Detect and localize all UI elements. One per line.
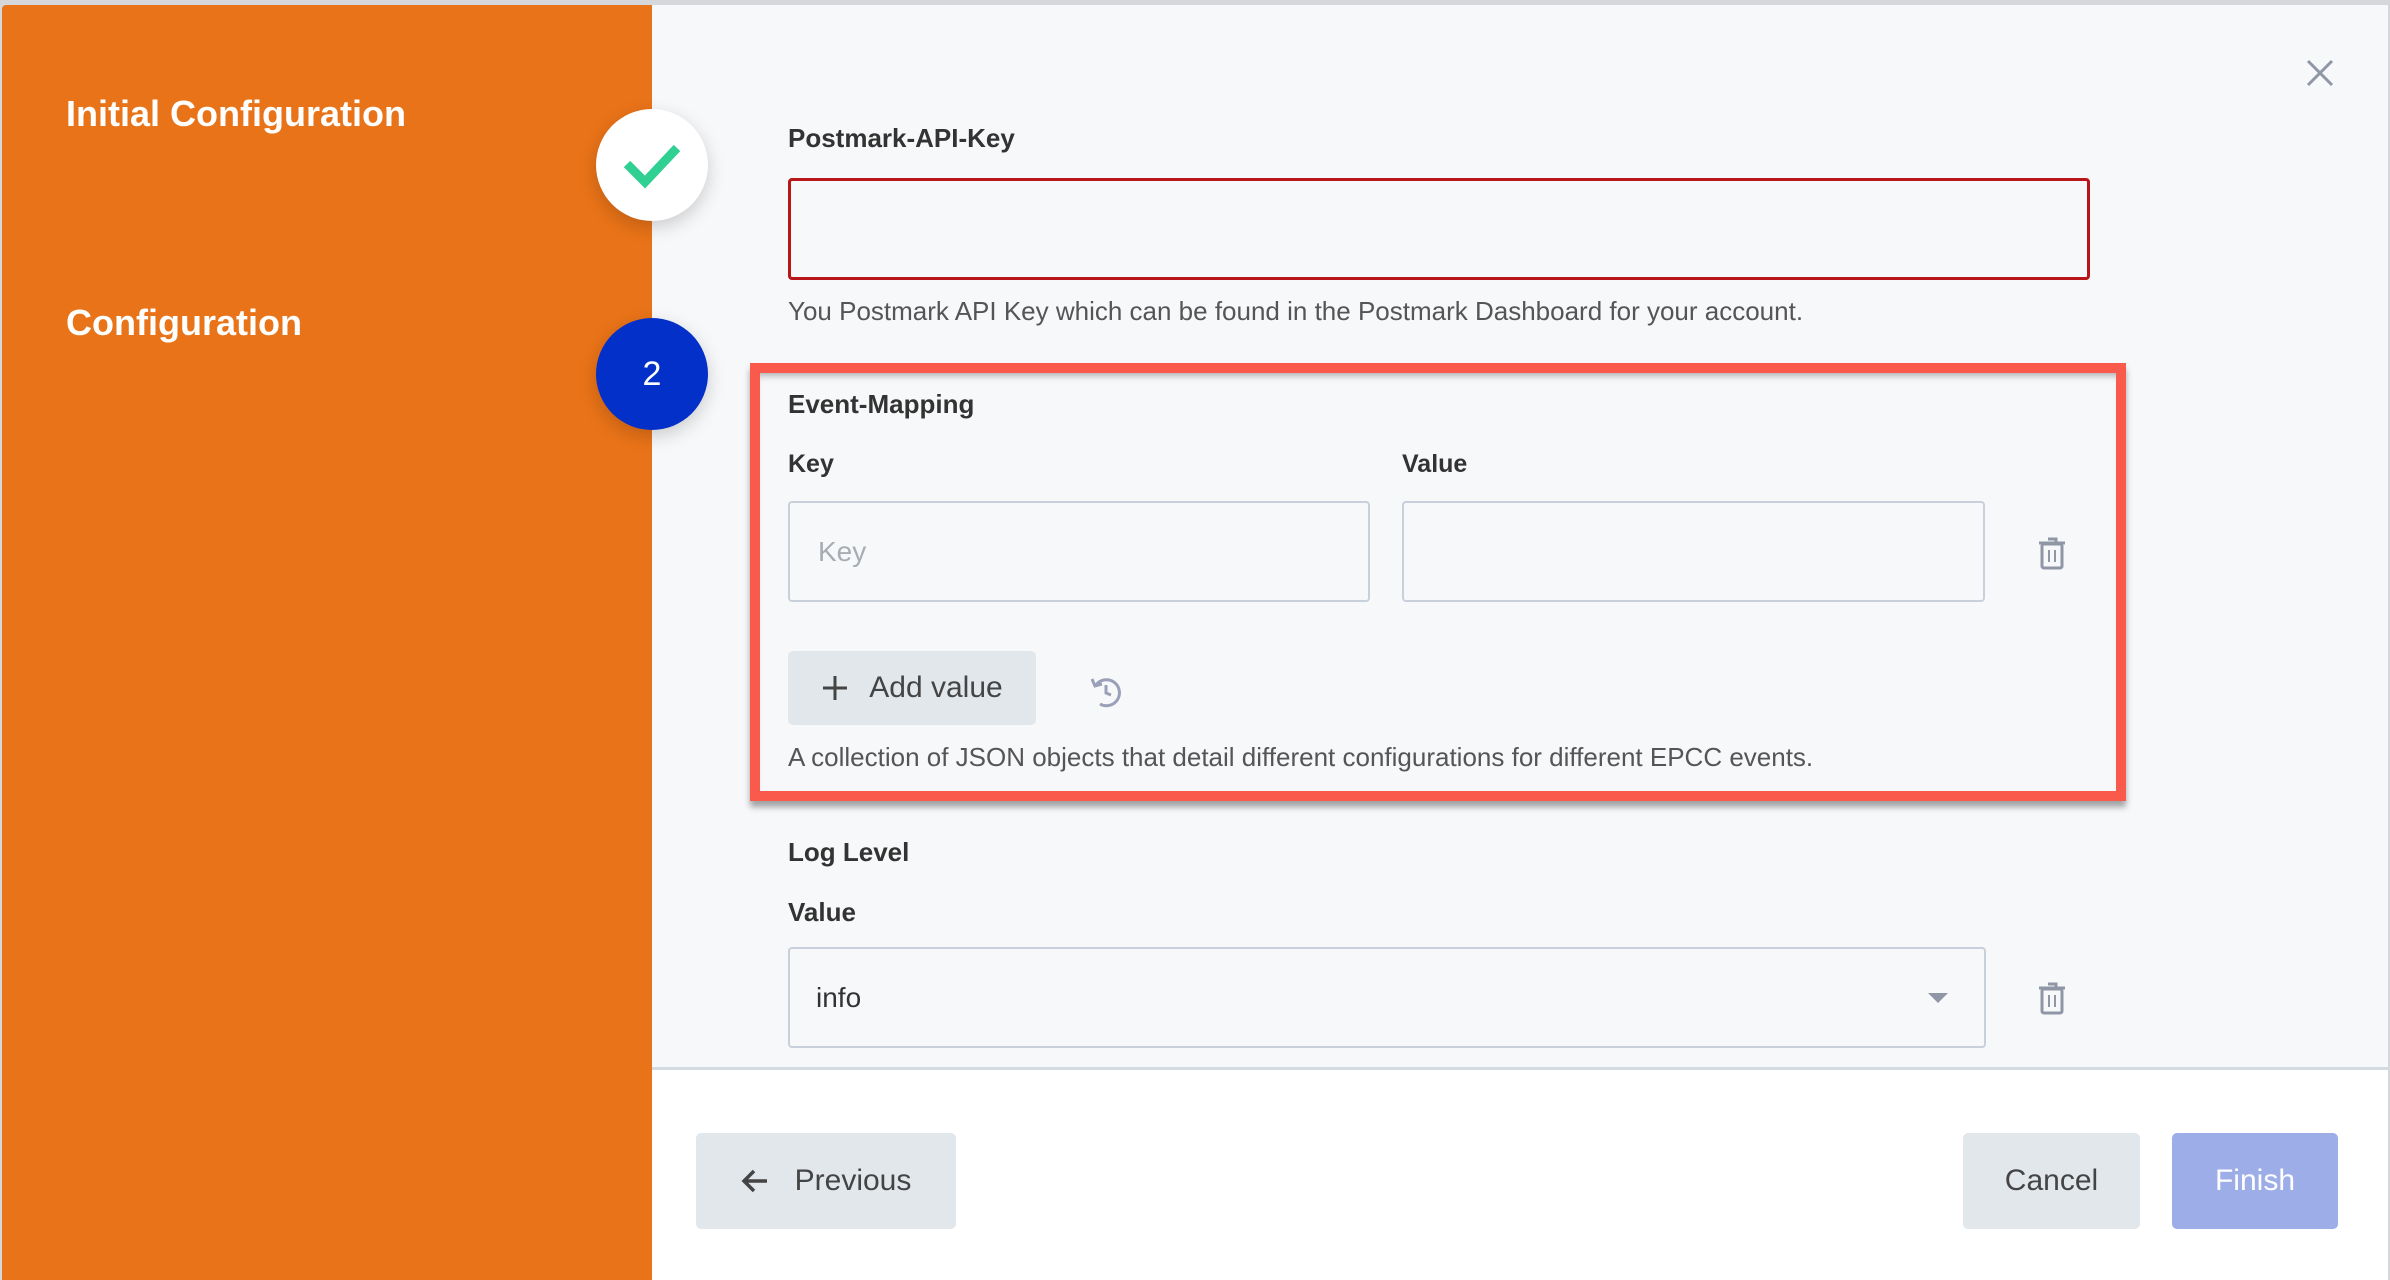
step-label-initial-configuration: Initial Configuration bbox=[66, 93, 406, 134]
delete-mapping-button[interactable] bbox=[2037, 535, 2067, 576]
arrow-left-icon bbox=[741, 1169, 767, 1193]
event-mapping-help: A collection of JSON objects that detail… bbox=[788, 742, 1814, 772]
postmark-api-key-help: You Postmark API Key which can be found … bbox=[788, 296, 1804, 326]
log-level-value-label: Value bbox=[788, 897, 856, 927]
log-level-selected-value: info bbox=[816, 981, 862, 1013]
cancel-button[interactable]: Cancel bbox=[1963, 1133, 2140, 1229]
modal-footer: Previous Cancel Finish bbox=[652, 1067, 2388, 1280]
history-icon bbox=[1090, 678, 1121, 708]
event-mapping-value-field[interactable] bbox=[1402, 501, 1985, 602]
event-mapping-key-field[interactable] bbox=[788, 501, 1370, 602]
cancel-label: Cancel bbox=[2004, 1164, 2099, 1197]
configuration-modal: Initial Configuration Configuration 2 Po… bbox=[2, 5, 2388, 1280]
finish-label: Finish bbox=[2214, 1164, 2296, 1197]
step-2-active-indicator[interactable]: 2 bbox=[596, 318, 708, 430]
step-number: 2 bbox=[642, 354, 662, 393]
event-mapping-label: Event-Mapping bbox=[788, 389, 975, 419]
reset-button[interactable] bbox=[1088, 673, 1126, 716]
step-1-complete-indicator[interactable] bbox=[596, 109, 708, 221]
event-mapping-key-label: Key bbox=[788, 450, 834, 478]
log-level-label: Log Level bbox=[788, 837, 910, 867]
trash-icon bbox=[2039, 537, 2065, 570]
event-mapping-key-input[interactable] bbox=[816, 502, 1342, 601]
check-icon bbox=[623, 144, 681, 189]
postmark-api-key-input[interactable] bbox=[817, 180, 2061, 278]
event-mapping-value-label: Value bbox=[1402, 450, 1468, 478]
event-mapping-value-input[interactable] bbox=[1430, 502, 1957, 601]
previous-label: Previous bbox=[794, 1164, 912, 1197]
step-label-configuration: Configuration bbox=[66, 302, 302, 343]
plus-icon bbox=[823, 676, 848, 700]
close-icon bbox=[2306, 59, 2334, 87]
delete-log-level-button[interactable] bbox=[2037, 980, 2067, 1021]
chevron-down-icon bbox=[1928, 992, 1948, 1003]
previous-button[interactable]: Previous bbox=[696, 1133, 956, 1229]
add-value-label: Add value bbox=[869, 671, 1003, 704]
add-value-button[interactable]: Add value bbox=[788, 651, 1036, 725]
close-button[interactable] bbox=[2302, 55, 2338, 91]
trash-icon bbox=[2039, 982, 2065, 1015]
postmark-api-key-label: Postmark-API-Key bbox=[788, 123, 1015, 153]
postmark-api-key-field[interactable] bbox=[788, 178, 2090, 280]
wizard-sidebar: Initial Configuration Configuration bbox=[2, 5, 652, 1280]
log-level-select[interactable]: info bbox=[788, 947, 1986, 1048]
finish-button[interactable]: Finish bbox=[2172, 1133, 2338, 1229]
